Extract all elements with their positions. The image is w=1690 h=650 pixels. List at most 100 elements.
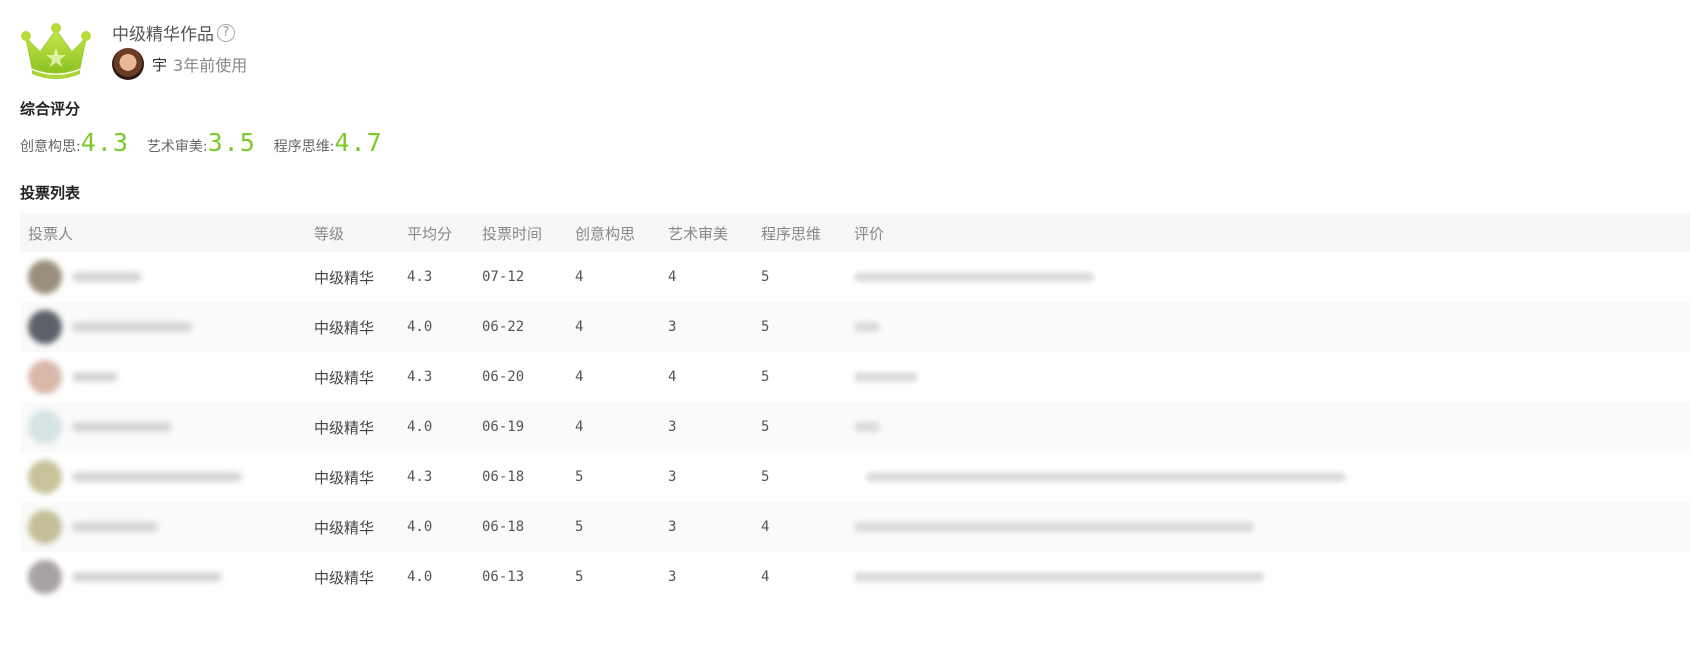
question-circle-icon[interactable]: ? bbox=[217, 23, 235, 42]
aesthetics-value: 3.5 bbox=[207, 128, 256, 157]
voter[interactable] bbox=[28, 310, 306, 344]
grade-cell: 中级精华 bbox=[314, 368, 375, 387]
aesthetics-cell: 3 bbox=[668, 519, 677, 535]
col-comment: 评价 bbox=[854, 224, 885, 243]
avg-cell: 4.0 bbox=[407, 569, 433, 585]
col-avg: 平均分 bbox=[407, 224, 453, 243]
creativity-cell: 4 bbox=[575, 369, 584, 385]
voter[interactable] bbox=[28, 410, 306, 444]
voter-name bbox=[72, 422, 172, 432]
grade-cell: 中级精华 bbox=[314, 518, 375, 537]
aesthetics-cell: 3 bbox=[668, 469, 677, 485]
voter-avatar bbox=[28, 560, 62, 594]
user-name[interactable]: 宇 bbox=[152, 54, 167, 75]
crown-icon bbox=[21, 23, 91, 79]
work-title: 中级精华作品 bbox=[112, 25, 214, 45]
aesthetics-label: 艺术审美: bbox=[146, 139, 208, 155]
avatar[interactable] bbox=[112, 48, 144, 80]
creativity-cell: 4 bbox=[575, 319, 584, 335]
programming-label: 程序思维: bbox=[273, 139, 335, 155]
voter[interactable] bbox=[28, 560, 306, 594]
avg-cell: 4.3 bbox=[407, 269, 433, 285]
time-cell: 06-22 bbox=[482, 319, 525, 335]
programming-cell: 5 bbox=[761, 319, 770, 335]
time-cell: 06-18 bbox=[482, 469, 525, 485]
voter-avatar bbox=[28, 510, 62, 544]
creativity-cell: 4 bbox=[575, 419, 584, 435]
user-row: 宇 3年前使用 bbox=[112, 48, 247, 80]
programming-cell: 4 bbox=[761, 519, 770, 535]
avg-cell: 4.3 bbox=[407, 369, 433, 385]
table-row: 中级精华 4.3 06-20 4 4 5 bbox=[20, 352, 1690, 402]
table-row: 中级精华 4.0 06-13 5 3 4 bbox=[20, 552, 1690, 602]
grade-cell: 中级精华 bbox=[314, 568, 375, 587]
creativity-cell: 5 bbox=[575, 469, 584, 485]
col-grade: 等级 bbox=[314, 224, 345, 243]
voter-avatar bbox=[28, 410, 62, 444]
col-voter: 投票人 bbox=[28, 224, 74, 243]
col-aesthetics: 艺术审美 bbox=[668, 224, 729, 243]
rating-scores: 创意构思: 4.3 艺术审美: 3.5 程序思维: 4.7 bbox=[20, 128, 401, 157]
time-cell: 07-12 bbox=[482, 269, 525, 285]
vote-table: 投票人 等级 平均分 投票时间 创意构思 艺术审美 程序思维 评价 中级精华 4… bbox=[20, 214, 1690, 602]
creativity-cell: 5 bbox=[575, 569, 584, 585]
avg-cell: 4.0 bbox=[407, 319, 433, 335]
programming-cell: 5 bbox=[761, 369, 770, 385]
table-row: 中级精华 4.3 06-18 5 3 5 bbox=[20, 452, 1690, 502]
table-header: 投票人 等级 平均分 投票时间 创意构思 艺术审美 程序思维 评价 bbox=[20, 214, 1690, 252]
comment-text bbox=[854, 572, 1264, 582]
comment-text bbox=[854, 522, 1254, 532]
grade-cell: 中级精华 bbox=[314, 468, 375, 487]
voter-avatar bbox=[28, 260, 62, 294]
col-programming: 程序思维 bbox=[761, 224, 822, 243]
table-row: 中级精华 4.3 07-12 4 4 5 bbox=[20, 252, 1690, 302]
grade-cell: 中级精华 bbox=[314, 418, 375, 437]
voter-name bbox=[72, 372, 118, 382]
comment-text bbox=[854, 322, 880, 332]
table-row: 中级精华 4.0 06-18 5 3 4 bbox=[20, 502, 1690, 552]
programming-value: 4.7 bbox=[334, 128, 383, 157]
aesthetics-cell: 3 bbox=[668, 319, 677, 335]
vote-list-title: 投票列表 bbox=[20, 184, 81, 202]
aesthetics-cell: 3 bbox=[668, 419, 677, 435]
voter-avatar bbox=[28, 460, 62, 494]
voter-name bbox=[72, 272, 142, 282]
comment-text bbox=[854, 422, 880, 432]
aesthetics-cell: 3 bbox=[668, 569, 677, 585]
use-time: 3年前使用 bbox=[173, 56, 248, 75]
voter[interactable] bbox=[28, 360, 306, 394]
aesthetics-cell: 4 bbox=[668, 269, 677, 285]
voter-name bbox=[72, 522, 158, 532]
voter-name bbox=[72, 572, 222, 582]
avg-cell: 4.3 bbox=[407, 469, 433, 485]
work-header: 中级精华作品 ? 宇 3年前使用 bbox=[20, 18, 920, 84]
table-row: 中级精华 4.0 06-19 4 3 5 bbox=[20, 402, 1690, 452]
voter-name bbox=[72, 322, 192, 332]
voter[interactable] bbox=[28, 460, 306, 494]
voter-avatar bbox=[28, 360, 62, 394]
creativity-value: 4.3 bbox=[80, 128, 129, 157]
creativity-label: 创意构思: bbox=[20, 139, 81, 155]
programming-cell: 5 bbox=[761, 469, 770, 485]
time-cell: 06-18 bbox=[482, 519, 525, 535]
creativity-cell: 4 bbox=[575, 269, 584, 285]
creativity-cell: 5 bbox=[575, 519, 584, 535]
programming-cell: 5 bbox=[761, 269, 770, 285]
avg-cell: 4.0 bbox=[407, 419, 433, 435]
col-time: 投票时间 bbox=[482, 224, 543, 243]
grade-cell: 中级精华 bbox=[314, 268, 375, 287]
rating-section-title: 综合评分 bbox=[20, 100, 81, 118]
voter-name bbox=[72, 472, 242, 482]
aesthetics-cell: 4 bbox=[668, 369, 677, 385]
grade-cell: 中级精华 bbox=[314, 318, 375, 337]
comment-text bbox=[866, 472, 1346, 482]
time-cell: 06-13 bbox=[482, 569, 525, 585]
programming-cell: 4 bbox=[761, 569, 770, 585]
voter[interactable] bbox=[28, 260, 306, 294]
title-row: 中级精华作品 ? bbox=[112, 20, 235, 45]
voter[interactable] bbox=[28, 510, 306, 544]
avg-cell: 4.0 bbox=[407, 519, 433, 535]
programming-cell: 5 bbox=[761, 419, 770, 435]
comment-text bbox=[854, 272, 1094, 282]
time-cell: 06-19 bbox=[482, 419, 525, 435]
